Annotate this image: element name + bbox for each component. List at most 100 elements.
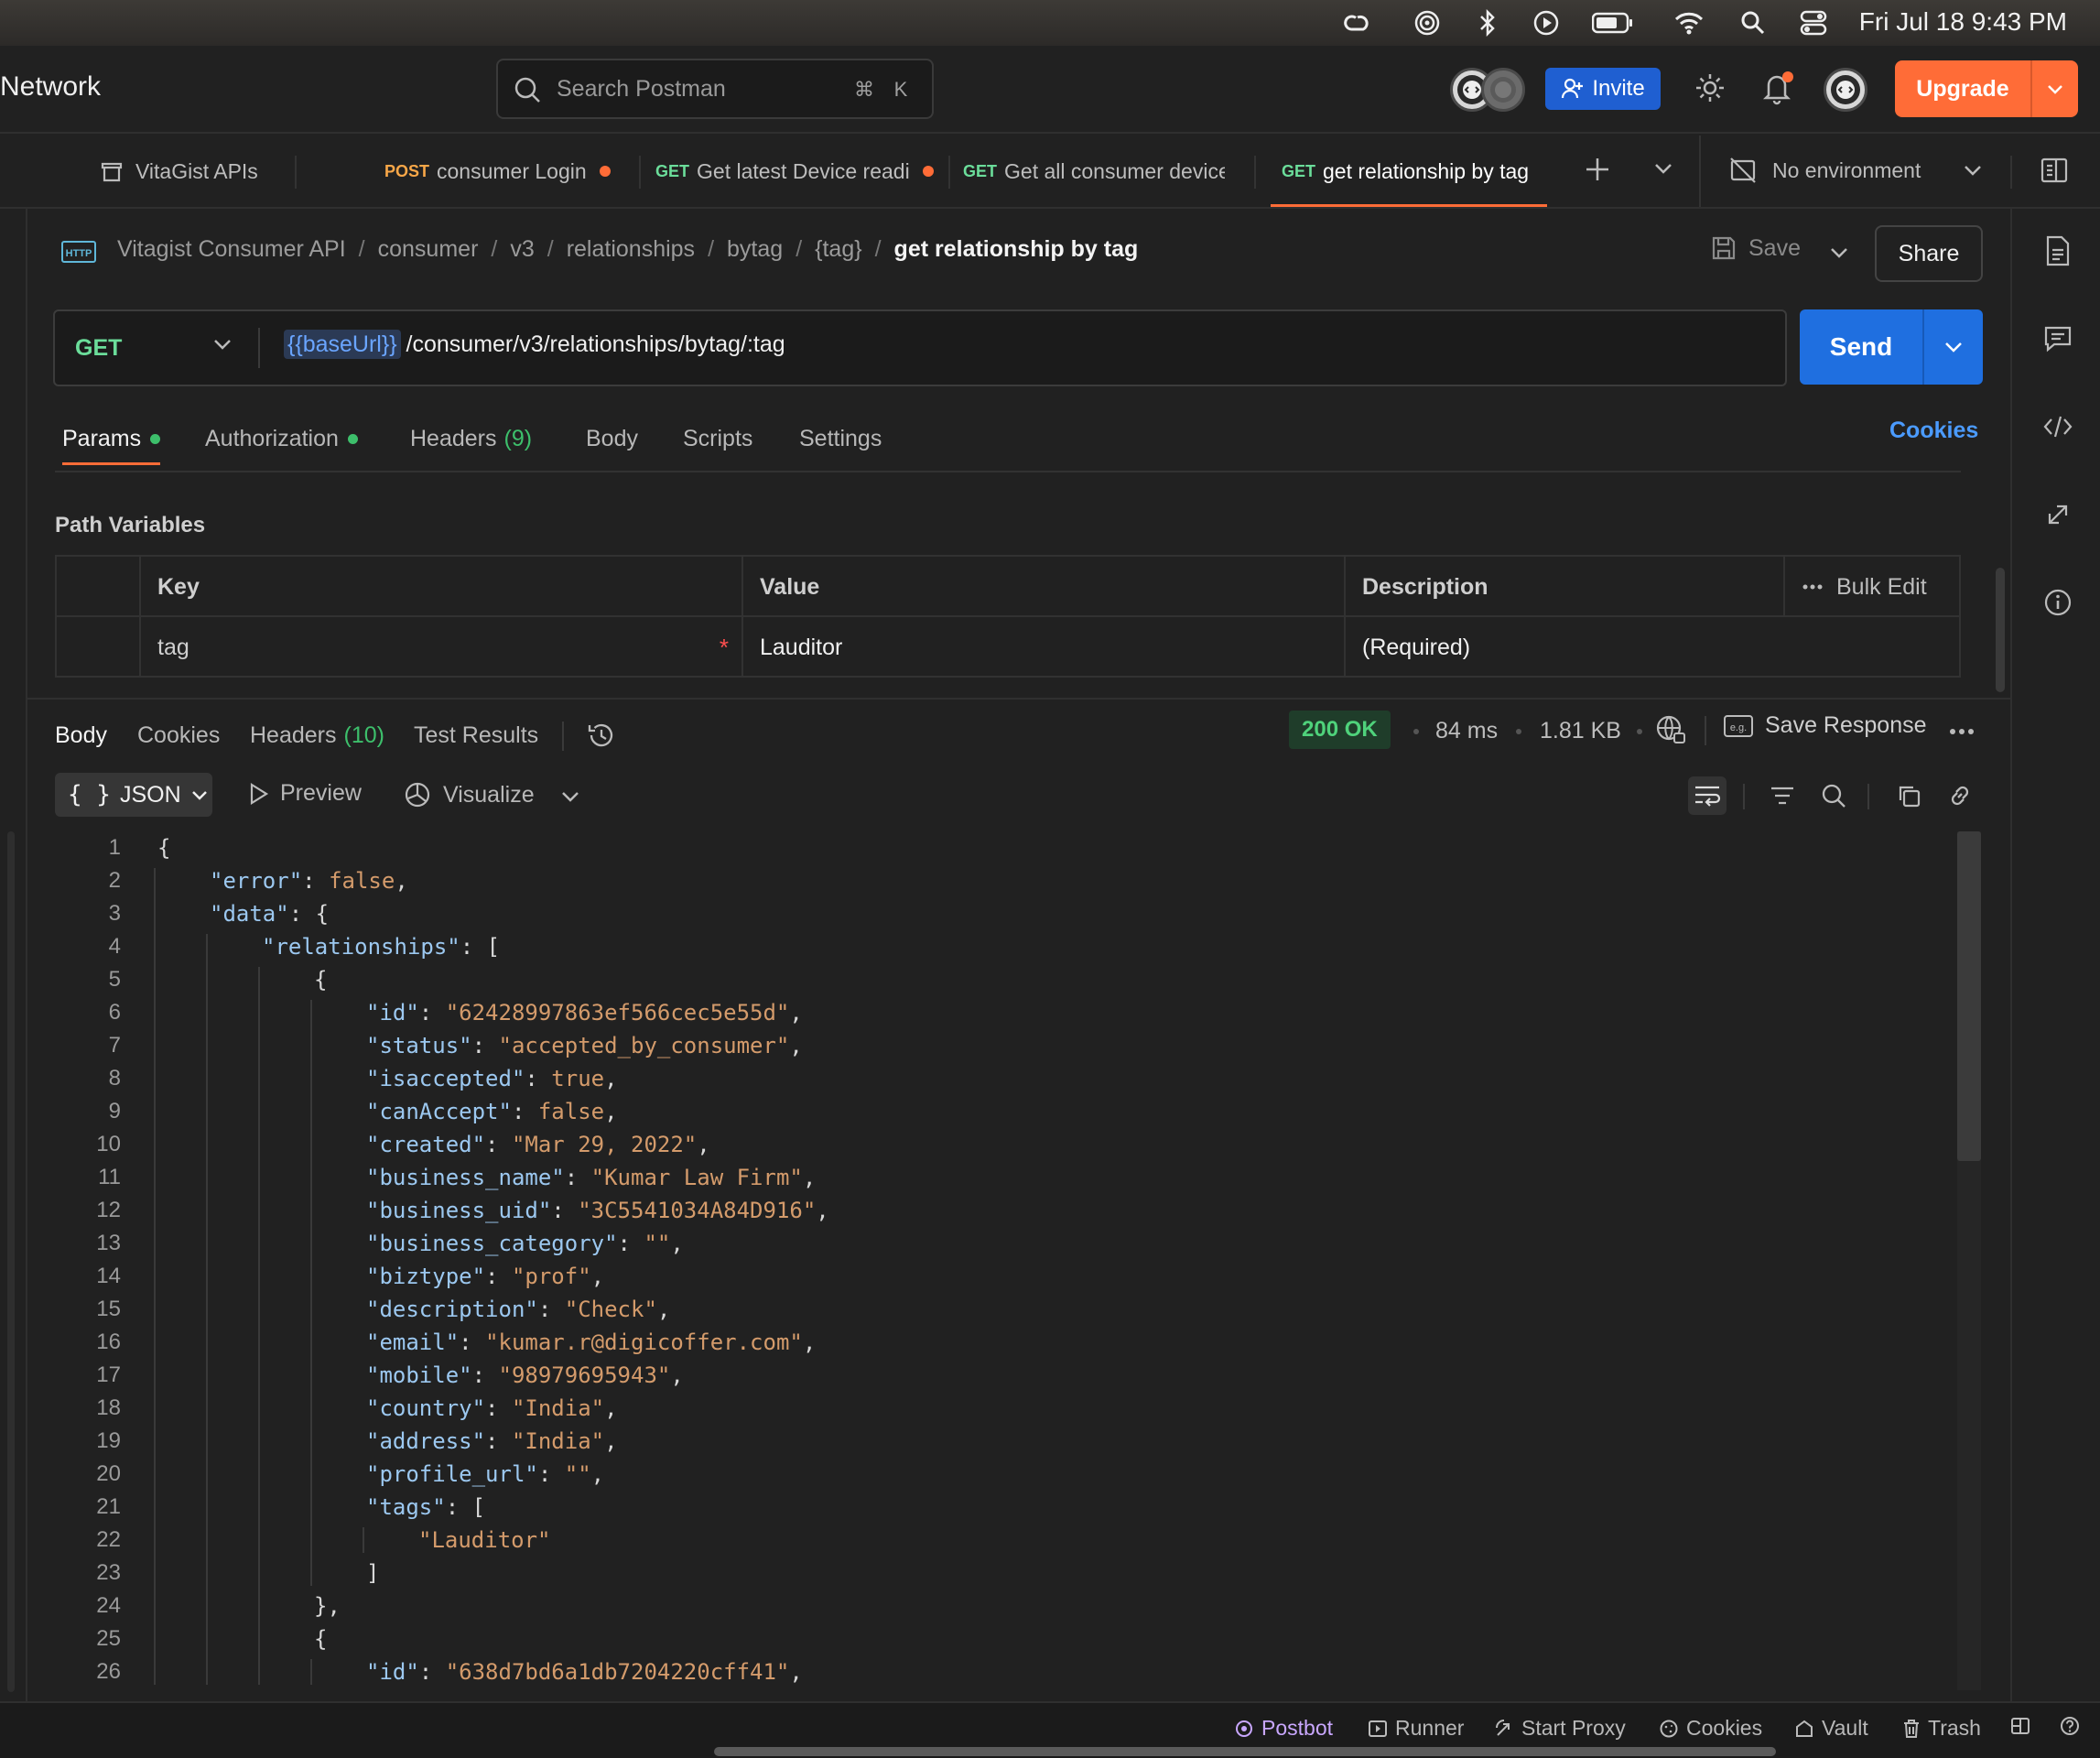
send-button[interactable]: Send — [1800, 309, 1922, 385]
info-icon[interactable] — [2041, 586, 2074, 619]
avatar[interactable] — [1481, 68, 1525, 112]
tab-body[interactable]: Body — [586, 416, 638, 461]
help-icon[interactable] — [2060, 1716, 2080, 1736]
preview-button[interactable]: Preview — [247, 780, 362, 807]
http-method-select[interactable]: GET — [55, 311, 258, 385]
environment-selector[interactable]: No environment — [1728, 156, 1983, 185]
cookies-link[interactable]: Cookies — [1889, 418, 1978, 444]
tab-params[interactable]: Params — [62, 416, 161, 465]
notifications-bell-icon[interactable] — [1759, 70, 1796, 106]
control-center-icon[interactable] — [1798, 9, 1829, 37]
indent-guide — [310, 1659, 312, 1685]
creative-cloud-icon[interactable] — [1342, 9, 1373, 37]
line-number: 20 — [96, 1461, 121, 1486]
battery-icon[interactable] — [1591, 9, 1635, 37]
share-button[interactable]: Share — [1875, 225, 1983, 282]
breadcrumb-item[interactable]: bytag — [727, 236, 783, 263]
history-icon[interactable] — [586, 720, 617, 751]
airdrop-icon[interactable] — [1412, 9, 1443, 37]
tab-response-cookies[interactable]: Cookies — [137, 712, 220, 758]
response-json-viewer[interactable]: 1{2 "error": false, 3 "data": {4 "relationsh… — [55, 831, 1959, 1690]
upgrade-button[interactable]: Upgrade — [1895, 60, 2078, 117]
save-response-button[interactable]: e.g. Save Response — [1723, 712, 1927, 739]
tab-get-relationship-by-tag[interactable]: GET get relationship by tag — [1271, 136, 1547, 207]
kbd-command: ⌘ — [854, 78, 874, 101]
breadcrumb-item[interactable]: consumer — [378, 236, 479, 263]
chevron-down-icon[interactable] — [2032, 82, 2078, 95]
postbot-button[interactable]: Postbot — [1234, 1716, 1333, 1741]
params-scrollbar[interactable] — [1996, 568, 2005, 692]
documentation-icon[interactable] — [2041, 234, 2074, 267]
link-icon[interactable] — [1941, 776, 1979, 815]
play-icon[interactable] — [1531, 9, 1562, 37]
tab-headers[interactable]: Headers (9) — [410, 416, 532, 461]
response-format-select[interactable]: { } JSON — [55, 773, 212, 817]
tab-get-all-consumer-devices[interactable]: GET Get all consumer device — [963, 136, 1225, 207]
comments-icon[interactable] — [2041, 322, 2074, 355]
breadcrumb-item[interactable]: v3 — [510, 236, 534, 263]
tabs-overflow-chevron-icon[interactable] — [1653, 161, 1673, 176]
wifi-icon[interactable] — [1673, 9, 1705, 37]
bluetooth-icon[interactable] — [1472, 9, 1503, 37]
breadcrumb-item[interactable]: relationships — [567, 236, 695, 263]
tab-scripts[interactable]: Scripts — [683, 416, 752, 461]
more-options-icon[interactable] — [1802, 583, 1824, 591]
horizontal-scrollbar[interactable] — [714, 1747, 1776, 1756]
filter-icon[interactable] — [1763, 776, 1802, 815]
vault-icon — [1794, 1719, 1814, 1739]
tab-settings[interactable]: Settings — [799, 416, 882, 461]
send-options-chevron-icon[interactable] — [1924, 340, 1983, 354]
save-button[interactable]: Save — [1710, 234, 1801, 262]
user-avatar[interactable] — [1824, 68, 1867, 112]
tab-consumer-login[interactable]: POST consumer Login — [384, 136, 628, 207]
path-variable-description[interactable]: (Required) — [1344, 617, 1959, 678]
path-variable-value-input[interactable]: Lauditor — [741, 617, 1344, 678]
search-response-icon[interactable] — [1814, 776, 1853, 815]
vault-button[interactable]: Vault — [1794, 1716, 1868, 1741]
right-context-bar — [2010, 209, 2100, 1701]
two-pane-layout-icon[interactable] — [2010, 1716, 2030, 1736]
left-pane-scrollbar[interactable] — [7, 831, 15, 1692]
tab-test-results[interactable]: Test Results — [414, 712, 538, 758]
code-snippet-icon[interactable] — [2041, 410, 2074, 443]
environment-quick-look-icon[interactable] — [2040, 156, 2069, 185]
send-button-group[interactable]: Send — [1800, 309, 1983, 385]
spotlight-search-icon[interactable] — [1737, 9, 1769, 37]
settings-gear-icon[interactable] — [1694, 71, 1727, 104]
code-scrollbar[interactable] — [1957, 831, 1981, 1161]
new-tab-plus-icon[interactable] — [1584, 156, 1611, 183]
response-more-options-icon[interactable] — [1948, 727, 1976, 736]
visualize-options-chevron-icon[interactable] — [560, 789, 580, 804]
path-variable-key[interactable]: tag * — [139, 617, 741, 678]
menu-bar-clock[interactable]: Fri Jul 18 9:43 PM — [1859, 7, 2067, 37]
wrap-lines-icon[interactable] — [1688, 776, 1727, 815]
response-divider[interactable] — [27, 698, 2010, 700]
response-time[interactable]: 84 ms — [1435, 718, 1498, 744]
status-badge[interactable]: 200 OK — [1289, 711, 1391, 749]
tab-get-latest-device-readings[interactable]: GET Get latest Device readi — [655, 136, 936, 207]
tab-authorization[interactable]: Authorization — [205, 416, 358, 461]
tab-vitagist-apis[interactable]: VitaGist APIs — [99, 136, 291, 207]
network-globe-icon[interactable] — [1655, 714, 1686, 745]
save-options-chevron-icon[interactable] — [1829, 245, 1849, 260]
breadcrumb-item[interactable]: Vitagist Consumer API — [117, 236, 346, 263]
visualize-button[interactable]: Visualize — [403, 780, 535, 809]
invite-button[interactable]: Invite — [1545, 68, 1661, 110]
search-input[interactable]: Search Postman ⌘ K — [496, 59, 934, 119]
response-size[interactable]: 1.81 KB — [1540, 718, 1621, 744]
runner-button[interactable]: Runner — [1368, 1716, 1464, 1741]
request-name[interactable]: get relationship by tag — [894, 236, 1139, 263]
related-requests-icon[interactable] — [2041, 498, 2074, 531]
start-proxy-button[interactable]: Start Proxy — [1494, 1716, 1626, 1741]
workspace-title[interactable]: Network — [0, 71, 101, 103]
url-input[interactable]: {{baseUrl}}/consumer/v3/relationships/by… — [284, 330, 785, 359]
tab-response-body[interactable]: Body — [55, 712, 107, 758]
bulk-edit-button[interactable]: Bulk Edit — [1783, 557, 1959, 617]
breadcrumb-item[interactable]: {tag} — [815, 236, 861, 263]
url-variable[interactable]: {{baseUrl}} — [284, 330, 401, 359]
tab-response-headers[interactable]: Headers (10) — [250, 712, 384, 758]
trash-button[interactable]: Trash — [1902, 1716, 1981, 1741]
collaborator-avatars[interactable] — [1450, 68, 1525, 112]
copy-icon[interactable] — [1889, 776, 1928, 815]
cookies-button[interactable]: Cookies — [1659, 1716, 1762, 1741]
